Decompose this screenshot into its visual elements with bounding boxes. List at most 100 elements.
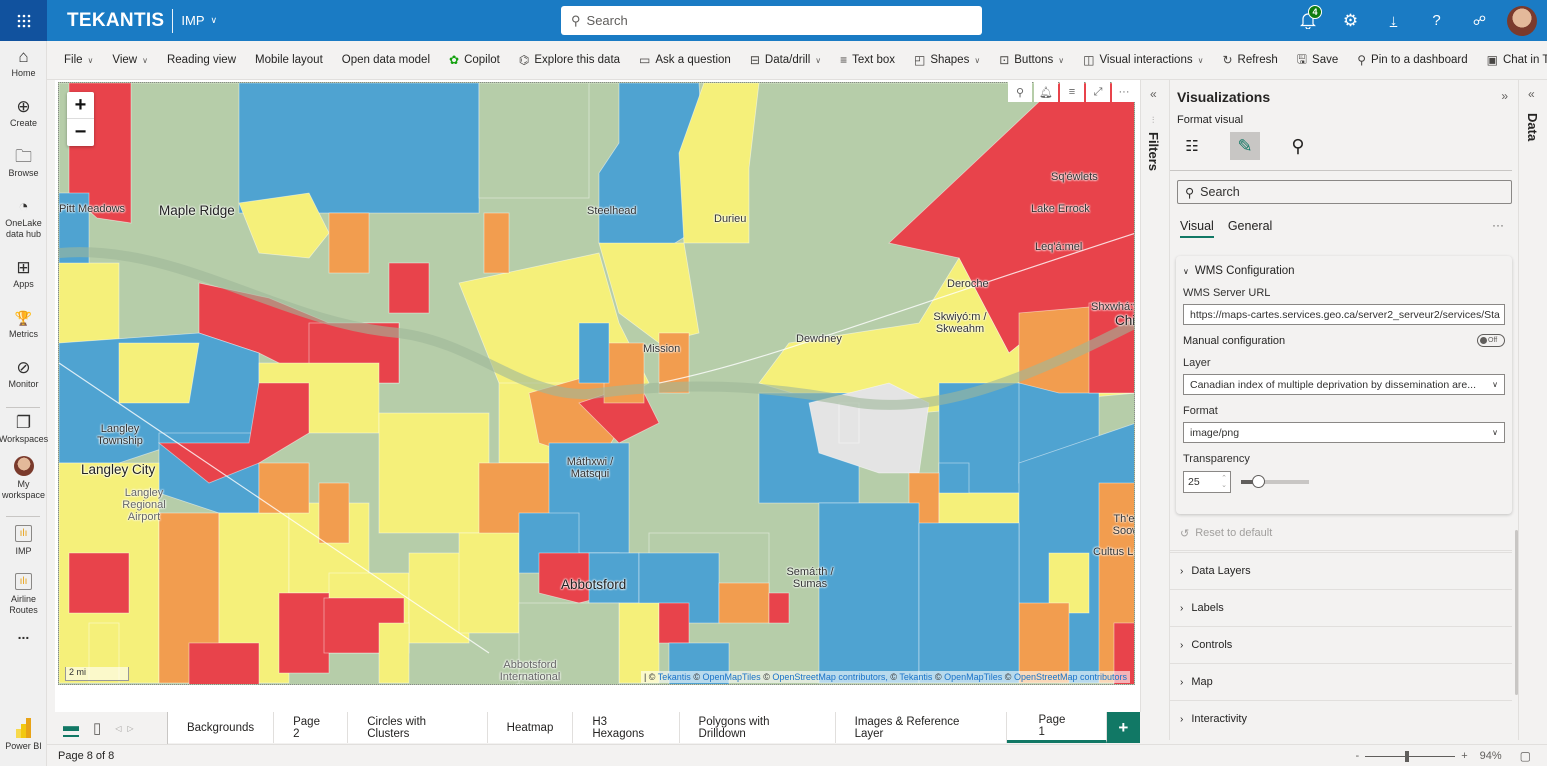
page-tab[interactable]: H3 Hexagons — [573, 712, 680, 743]
settings-button[interactable]: ⚙ — [1329, 0, 1372, 41]
section-interactivity[interactable]: › Interactivity — [1170, 700, 1512, 737]
region-yellow[interactable] — [378, 622, 410, 684]
region-yellow[interactable] — [458, 532, 520, 634]
format-search-input[interactable]: ⚲ Search — [1177, 180, 1512, 204]
help-button[interactable]: ? — [1415, 0, 1458, 41]
ribbon-pin-to-a-dashboard[interactable]: ⚲ Pin to a dashboard — [1357, 53, 1467, 67]
region-red[interactable] — [188, 642, 260, 685]
slider-thumb[interactable] — [1252, 475, 1265, 488]
page-tab[interactable]: Page 1 — [1006, 712, 1107, 743]
notifications-button[interactable]: 4 — [1286, 0, 1329, 41]
region-red[interactable] — [658, 602, 690, 644]
region-orange[interactable] — [328, 212, 370, 274]
transparency-slider[interactable] — [1241, 475, 1309, 488]
nav-my-workspace[interactable]: My workspace — [0, 456, 47, 512]
region-yellow[interactable] — [378, 412, 490, 534]
ribbon-reading-view[interactable]: Reading view — [167, 54, 236, 66]
fit-to-page-button[interactable]: ▢ — [1520, 749, 1531, 763]
add-page-button[interactable]: + — [1106, 712, 1140, 743]
ribbon-refresh[interactable]: ↻ Refresh — [1222, 53, 1277, 67]
more-options-button[interactable]: ··· — [1492, 218, 1504, 232]
desktop-layout-button[interactable]: ▬ — [63, 719, 79, 737]
format-dropdown[interactable]: image/png ∨ — [1183, 422, 1505, 443]
collapse-filters-button[interactable]: « — [1150, 87, 1157, 101]
wms-configuration-header[interactable]: ∨ WMS Configuration — [1183, 265, 1505, 277]
page-tab[interactable]: Circles with Clusters — [348, 712, 488, 743]
region-yellow[interactable] — [59, 262, 120, 349]
nav-create[interactable]: ⊕ Create — [0, 96, 47, 146]
nav-onelake[interactable]: ◔ OneLake data hub — [0, 196, 47, 257]
zoom-slider-thumb[interactable] — [1405, 750, 1410, 762]
ribbon-shapes[interactable]: ◰ Shapes ∨ — [914, 53, 980, 67]
format-visual-tab[interactable]: ✎ — [1230, 132, 1260, 160]
ribbon-data-drill[interactable]: ⊟ Data/drill ∨ — [750, 53, 821, 67]
ribbon-view[interactable]: View ∨ — [112, 54, 148, 66]
page-tab[interactable]: Polygons with Drilldown — [679, 712, 836, 743]
map-visual[interactable]: + − Maple Ridge Pitt Meadows Steelhead Duri… — [58, 82, 1135, 685]
ribbon-mobile-layout[interactable]: Mobile layout — [255, 54, 323, 66]
nav-workspaces[interactable]: ❐ Workspaces — [0, 412, 48, 456]
region-yellow[interactable] — [118, 342, 200, 404]
ribbon-explore-this-data[interactable]: ⌬ Explore this data — [519, 53, 620, 67]
tab-general[interactable]: General — [1228, 219, 1272, 238]
region-blue[interactable] — [918, 522, 1020, 684]
focus-mode-button[interactable]: ⤢ — [1086, 82, 1110, 102]
nav-imp[interactable]: ılı IMP — [0, 521, 47, 569]
attribution-link[interactable]: OpenStreetMap contributors, — [772, 672, 888, 682]
brand-logo[interactable]: TEKANTIS — [67, 10, 164, 32]
region-blue[interactable] — [578, 322, 610, 384]
ribbon-text-box[interactable]: ≡ Text box — [840, 53, 895, 67]
attribution-link[interactable]: Tekantis — [658, 672, 691, 682]
global-search-input[interactable]: ⚲ Search — [561, 6, 982, 35]
zoom-out-button[interactable]: − — [67, 119, 94, 146]
zoom-in-button[interactable]: + — [67, 92, 94, 119]
feedback-button[interactable]: ☍ — [1458, 0, 1501, 41]
reset-to-default-button[interactable]: ↺ Reset to default — [1180, 527, 1272, 540]
page-tab[interactable]: Page 2 — [274, 712, 349, 743]
nav-more-button[interactable]: ... — [0, 627, 47, 659]
build-visual-tab[interactable]: ☷ — [1177, 132, 1207, 160]
nav-airline-routes[interactable]: ılı Airline Routes — [0, 569, 47, 629]
ribbon-buttons[interactable]: ⊡ Buttons ∨ — [999, 53, 1064, 67]
mobile-layout-button[interactable]: ▯ — [93, 719, 101, 737]
page-tab[interactable]: Images & Reference Layer — [835, 712, 1007, 743]
ribbon-file[interactable]: File ∨ — [64, 54, 93, 66]
attribution-link[interactable]: OpenMapTiles — [702, 672, 760, 682]
ribbon-visual-interactions[interactable]: ◫ Visual interactions ∨ — [1083, 53, 1203, 67]
power-bi-logo[interactable]: Power BI — [0, 718, 47, 751]
data-title[interactable]: Data — [1525, 113, 1540, 141]
section-data-layers[interactable]: › Data Layers — [1170, 552, 1512, 589]
nav-metrics[interactable]: 🏆 Metrics — [0, 307, 47, 357]
filter-button[interactable]: ≡ — [1060, 82, 1084, 102]
ribbon-ask-a-question[interactable]: ▭ Ask a question — [639, 53, 731, 67]
app-launcher-button[interactable] — [0, 0, 47, 41]
map-layer[interactable] — [59, 83, 1135, 685]
filters-title[interactable]: Filters — [1146, 132, 1161, 171]
region-blue[interactable] — [818, 502, 920, 684]
nav-apps[interactable]: ⊞ Apps — [0, 257, 47, 307]
user-avatar[interactable] — [1507, 5, 1537, 36]
manual-configuration-toggle[interactable]: Off — [1477, 334, 1505, 347]
layer-dropdown[interactable]: Canadian index of multiple deprivation b… — [1183, 374, 1505, 395]
nav-monitor[interactable]: ⊘ Monitor — [0, 357, 47, 403]
nav-home[interactable]: ⌂ Home — [0, 46, 47, 96]
region-orange[interactable] — [718, 582, 770, 624]
attribution-link[interactable]: OpenMapTiles — [944, 672, 1002, 682]
page-tab[interactable]: Heatmap — [487, 712, 574, 743]
zoom-slider[interactable] — [1365, 750, 1456, 762]
analytics-tab[interactable]: ⚲ — [1283, 132, 1313, 160]
transparency-input[interactable]: 25 ⌃ ⌄ — [1183, 471, 1231, 493]
region-orange[interactable] — [258, 462, 310, 514]
section-labels[interactable]: › Labels — [1170, 589, 1512, 626]
filters-pane[interactable]: « ⫶ Filters — [1140, 80, 1169, 712]
region-gray[interactable] — [838, 402, 860, 444]
next-page-button[interactable]: ▷ — [127, 724, 133, 733]
ribbon-open-data-model[interactable]: Open data model — [342, 54, 430, 66]
attribution-link[interactable]: OpenStreetMap contributors — [1014, 672, 1127, 682]
attribution-link[interactable]: Tekantis — [899, 672, 932, 682]
ribbon-copilot[interactable]: ✿ Copilot — [449, 53, 500, 67]
alert-button[interactable]: 🔔︎ — [1034, 82, 1058, 102]
workspace-selector[interactable]: IMP ∨ — [181, 13, 217, 28]
ribbon-save[interactable]: 🖫 Save — [1297, 50, 1338, 71]
section-controls[interactable]: › Controls — [1170, 626, 1512, 663]
